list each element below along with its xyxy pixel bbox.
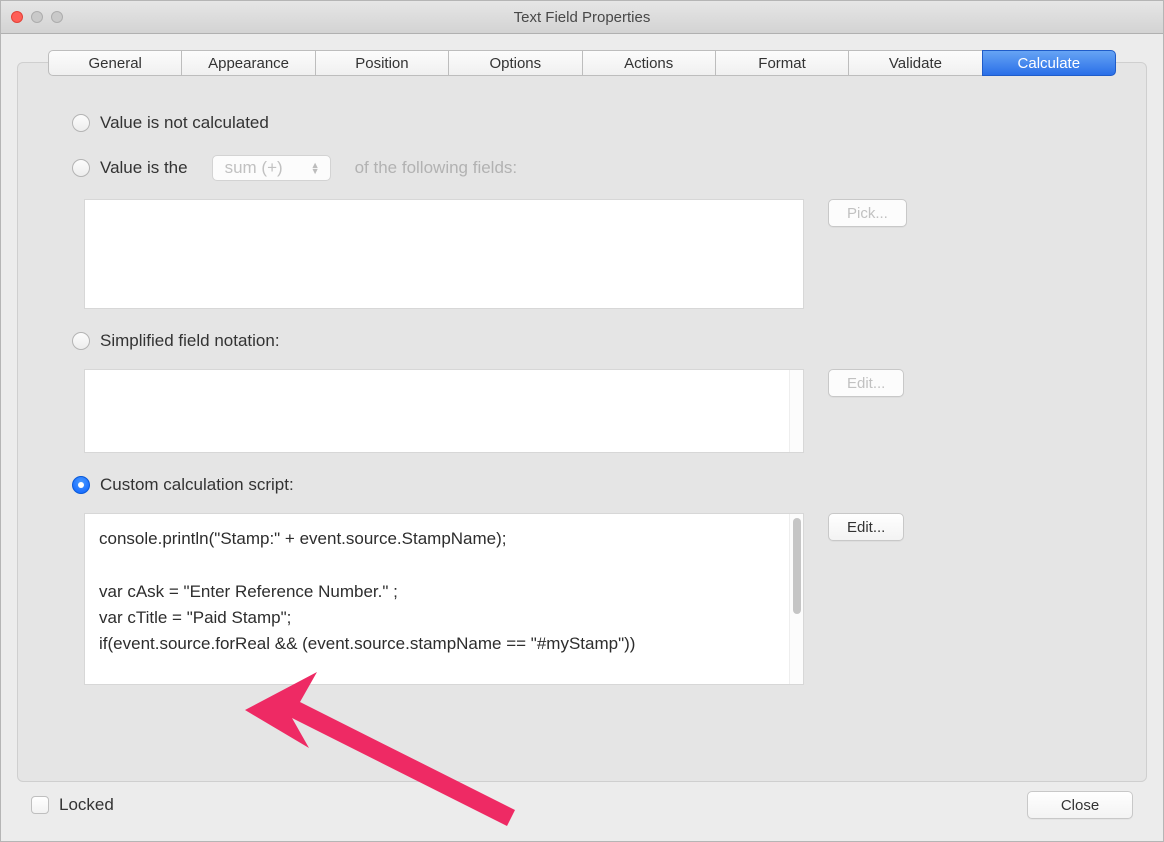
tab-panel: General Appearance Position Options Acti… bbox=[17, 62, 1147, 782]
tabs-row: General Appearance Position Options Acti… bbox=[48, 50, 1116, 76]
window-title: Text Field Properties bbox=[1, 9, 1163, 26]
calculate-panel: Value is not calculated Value is the sum… bbox=[18, 63, 1146, 709]
aggregate-function-select: sum (+) ▲▼ bbox=[212, 155, 331, 181]
dialog-text-field-properties: Text Field Properties General Appearance… bbox=[0, 0, 1164, 842]
of-following-fields-label: of the following fields: bbox=[355, 158, 518, 178]
close-button[interactable]: Close bbox=[1027, 791, 1133, 819]
simplified-notation-input bbox=[84, 369, 804, 453]
dialog-content: General Appearance Position Options Acti… bbox=[1, 34, 1163, 841]
tab-general[interactable]: General bbox=[48, 50, 182, 76]
custom-script-content: console.println("Stamp:" + event.source.… bbox=[85, 514, 789, 684]
edit-custom-script-button[interactable]: Edit... bbox=[828, 513, 904, 541]
simplified-section: Edit... bbox=[84, 369, 1092, 453]
radio-simplified[interactable] bbox=[72, 332, 90, 350]
radio-custom-script-row[interactable]: Custom calculation script: bbox=[72, 475, 1092, 495]
radio-simplified-label: Simplified field notation: bbox=[100, 331, 280, 351]
window-controls bbox=[1, 11, 63, 23]
fields-listbox bbox=[84, 199, 804, 309]
edit-simplified-button: Edit... bbox=[828, 369, 904, 397]
custom-script-textbox[interactable]: console.println("Stamp:" + event.source.… bbox=[84, 513, 804, 685]
radio-value-is-the[interactable] bbox=[72, 159, 90, 177]
radio-value-is-the-label: Value is the bbox=[100, 158, 188, 178]
radio-not-calculated[interactable] bbox=[72, 114, 90, 132]
tab-position[interactable]: Position bbox=[315, 50, 449, 76]
radio-simplified-row[interactable]: Simplified field notation: bbox=[72, 331, 1092, 351]
radio-custom-script-label: Custom calculation script: bbox=[100, 475, 294, 495]
select-stepper-icon: ▲▼ bbox=[311, 162, 320, 174]
titlebar: Text Field Properties bbox=[1, 1, 1163, 34]
radio-custom-script[interactable] bbox=[72, 476, 90, 494]
tab-format[interactable]: Format bbox=[715, 50, 849, 76]
tab-validate[interactable]: Validate bbox=[848, 50, 982, 76]
locked-checkbox[interactable] bbox=[31, 796, 49, 814]
tab-appearance[interactable]: Appearance bbox=[181, 50, 315, 76]
locked-label: Locked bbox=[59, 795, 114, 815]
radio-value-is-the-row[interactable]: Value is the sum (+) ▲▼ of the following… bbox=[72, 155, 1092, 181]
radio-not-calculated-label: Value is not calculated bbox=[100, 113, 269, 133]
scrollbar[interactable] bbox=[789, 514, 803, 684]
tab-actions[interactable]: Actions bbox=[582, 50, 716, 76]
locked-checkbox-row[interactable]: Locked bbox=[31, 795, 114, 815]
scrollbar bbox=[789, 370, 803, 452]
close-window-icon[interactable] bbox=[11, 11, 23, 23]
scroll-thumb[interactable] bbox=[793, 518, 801, 614]
pick-fields-button: Pick... bbox=[828, 199, 907, 227]
zoom-window-icon bbox=[51, 11, 63, 23]
custom-script-section: console.println("Stamp:" + event.source.… bbox=[84, 513, 1092, 685]
tab-options[interactable]: Options bbox=[448, 50, 582, 76]
minimize-window-icon bbox=[31, 11, 43, 23]
dialog-footer: Locked Close bbox=[1, 779, 1163, 841]
tab-calculate[interactable]: Calculate bbox=[982, 50, 1116, 76]
aggregate-function-value: sum (+) bbox=[225, 158, 283, 178]
fields-section: Pick... bbox=[84, 199, 1092, 309]
radio-not-calculated-row[interactable]: Value is not calculated bbox=[72, 113, 1092, 133]
